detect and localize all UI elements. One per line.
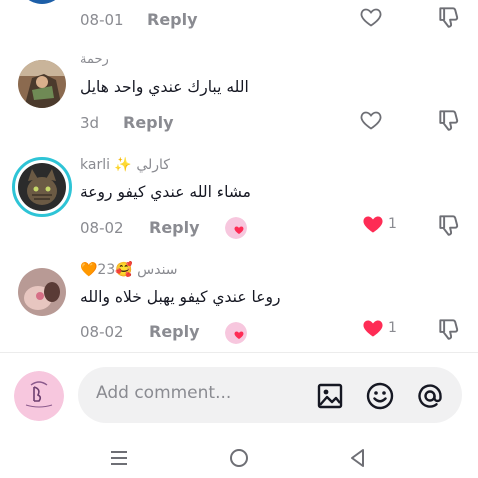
heart-outline-icon[interactable]: [358, 5, 384, 29]
comment-date: 08-02: [80, 219, 124, 237]
commenter-avatar[interactable]: [18, 60, 66, 108]
comment-username[interactable]: karli ✨ كارلي: [80, 157, 170, 173]
thumbs-down-icon[interactable]: [436, 4, 462, 30]
at-icon[interactable]: [415, 381, 445, 411]
comment-item: رحمة الله يبارك عندي واحد هايل 3d Reply: [0, 40, 478, 140]
commenter-avatar[interactable]: [18, 0, 66, 4]
comment-text: روعا عندي كيفو يهبل خلاه والله: [80, 288, 281, 306]
image-icon[interactable]: [315, 381, 345, 411]
back-triangle-icon[interactable]: [347, 447, 369, 469]
heart-filled-icon[interactable]: [360, 316, 386, 340]
comment-date: 08-01: [80, 11, 124, 29]
comment-input[interactable]: Add comment...: [78, 367, 462, 423]
comment-input-bar: Add comment...: [0, 353, 478, 433]
comment-username[interactable]: 🧡23🥰 سندس: [80, 262, 178, 278]
commenter-avatar-ring[interactable]: [12, 157, 72, 217]
comment-item: 🧡23🥰 سندس روعا عندي كيفو يهبل خلاه والله…: [0, 250, 478, 352]
system-nav-bar: [0, 433, 478, 478]
reply-button[interactable]: Reply: [147, 10, 198, 29]
menu-icon[interactable]: [108, 447, 130, 469]
thumbs-down-icon[interactable]: [436, 316, 462, 342]
reply-button[interactable]: Reply: [123, 113, 174, 132]
creator-liked-badge: [225, 322, 247, 344]
like-count: 1: [388, 320, 397, 336]
commenter-avatar[interactable]: [18, 268, 66, 316]
commenter-avatar: [18, 163, 66, 211]
creator-liked-badge: [225, 217, 247, 239]
comment-text: الله يبارك عندي واحد هايل: [80, 78, 249, 96]
comment-item: karli ✨ كارلي مشاء الله عندي كيفو روعة 0…: [0, 145, 478, 250]
my-avatar[interactable]: [14, 371, 64, 421]
comment-date: 08-02: [80, 323, 124, 341]
comment-item: 08-01 Reply: [0, 0, 478, 40]
comment-date: 3d: [80, 114, 100, 132]
like-count: 1: [388, 216, 397, 232]
heart-filled-icon[interactable]: [360, 212, 386, 236]
reply-button[interactable]: Reply: [149, 218, 200, 237]
comment-username[interactable]: رحمة: [80, 52, 109, 67]
thumbs-down-icon[interactable]: [436, 107, 462, 133]
thumbs-down-icon[interactable]: [436, 212, 462, 238]
home-circle-icon[interactable]: [228, 447, 250, 469]
comment-placeholder: Add comment...: [96, 383, 232, 403]
reply-button[interactable]: Reply: [149, 322, 200, 341]
smiley-icon[interactable]: [365, 381, 395, 411]
comment-text: مشاء الله عندي كيفو روعة: [80, 183, 251, 201]
heart-outline-icon[interactable]: [358, 108, 384, 132]
